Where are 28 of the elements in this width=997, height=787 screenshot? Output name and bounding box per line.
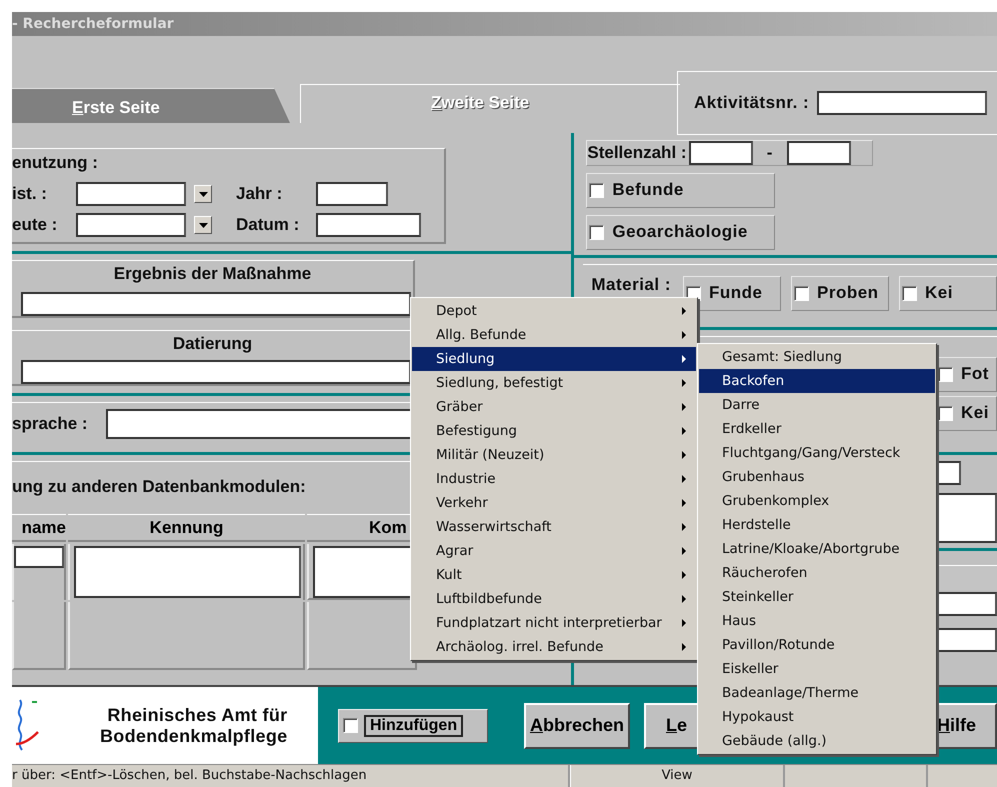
- status-text: View: [570, 765, 785, 787]
- checkbox-label: Funde: [709, 283, 762, 304]
- organization-name: Bodendenkmalpflege: [100, 726, 288, 747]
- field-label: Material :: [591, 276, 671, 294]
- checkbox-label: Proben: [817, 283, 879, 304]
- checkbox-label: Fot: [961, 364, 989, 384]
- column-header: Kennung: [68, 514, 305, 542]
- window-title: - Rechercheformular: [12, 12, 997, 36]
- checkbox-label: Kei: [961, 403, 989, 424]
- group-title: enutzung :: [12, 152, 99, 174]
- group-title: Ergebnis der Maßnahme: [114, 262, 312, 285]
- field-label: ist. :: [12, 184, 48, 204]
- field-label: Jahr :: [236, 184, 284, 204]
- checkbox-label: Geoarchäologie: [612, 222, 748, 242]
- section-title: ung zu anderen Datenbankmodulen:: [12, 476, 306, 498]
- separator-text: -: [766, 142, 774, 163]
- organization-name: Rheinisches Amt für: [107, 704, 288, 726]
- field-label: Aktivitätsnr. :: [694, 93, 810, 113]
- field-label: eute :: [12, 215, 58, 236]
- checkbox-label: Befunde: [612, 180, 684, 200]
- status-text: r über: <Entf>-Löschen, bel. Buchstabe-Nachschlagen: [12, 765, 570, 787]
- checkbox-label: Hinzufügen: [364, 714, 464, 737]
- field-label: sprache :: [12, 414, 88, 434]
- field-label: Datum :: [236, 215, 300, 236]
- checkbox-label: Kei: [925, 283, 953, 304]
- column-header: name: [12, 514, 66, 542]
- group-title: Datierung: [172, 332, 252, 355]
- field-label: Stellenzahl :: [587, 142, 687, 163]
